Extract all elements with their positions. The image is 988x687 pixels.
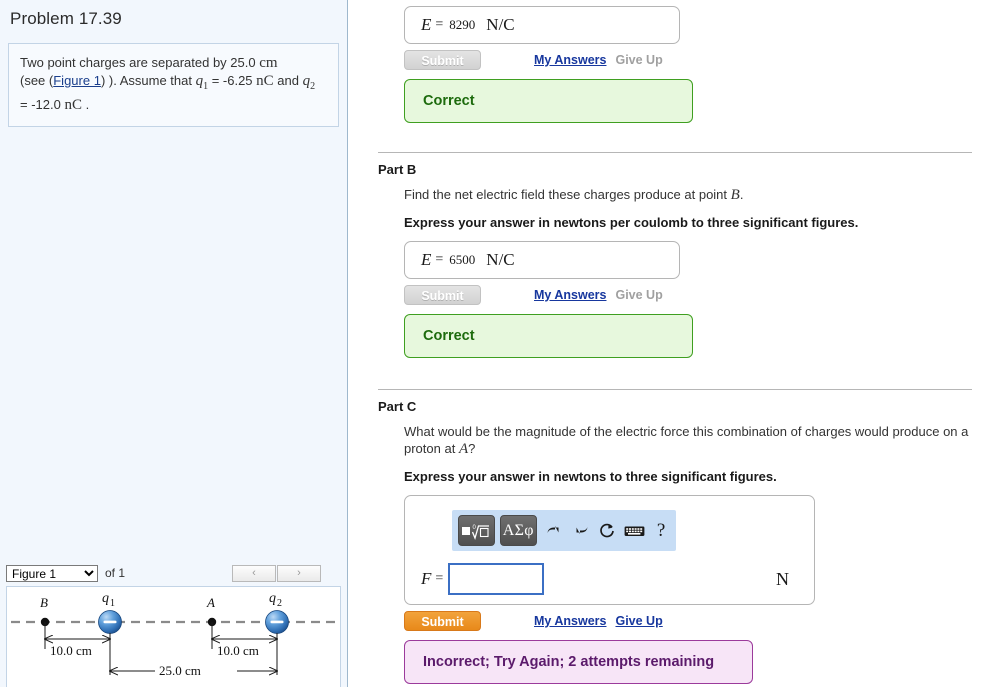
part-a-block: E = 8290 N/C Submit My Answers Give Up C…: [349, 0, 988, 123]
part-c-unit: N: [776, 568, 789, 589]
part-c-question-var: A: [458, 441, 469, 457]
statement-part-4: = -6.25: [208, 73, 257, 88]
part-a-action-row: Submit My Answers Give Up: [404, 50, 988, 70]
part-b-question-text-b: .: [739, 187, 744, 202]
answer-panel: E = 8290 N/C Submit My Answers Give Up C…: [349, 0, 988, 687]
undo-icon[interactable]: [542, 515, 566, 546]
greek-symbols-button[interactable]: ΑΣφ: [499, 515, 537, 546]
part-b-block: Part B Find the net electric field these…: [349, 152, 988, 358]
part-a-value: 8290: [449, 17, 476, 32]
dim-right-label: 10.0 cm: [217, 643, 259, 658]
dim-total-label: 25.0 cm: [159, 663, 201, 678]
part-c-submit-button[interactable]: Submit: [404, 611, 481, 631]
dim-left-label: 10.0 cm: [50, 643, 92, 658]
math-toolbar: 0 ΑΣφ ?: [452, 510, 676, 551]
part-b-question-text-a: Find the net electric field these charge…: [404, 187, 731, 202]
reset-icon[interactable]: [595, 515, 619, 546]
part-b-equals: =: [435, 252, 444, 267]
unit-cm: cm: [259, 55, 278, 71]
figure-navigation-bar: Figure 1 of 1 ‹ ›: [0, 562, 347, 584]
part-a-feedback-text: Correct: [423, 93, 475, 109]
part-c-input-row: F = N: [405, 556, 814, 602]
statement-part-6: = -12.0: [20, 97, 65, 112]
part-a-lhs: E: [421, 15, 432, 34]
part-b-question: Find the net electric field these charge…: [404, 186, 976, 204]
part-c-feedback-text: Incorrect; Try Again; 2 attempts remaini…: [423, 654, 715, 670]
charge-q2-label: q: [269, 591, 276, 606]
part-b-feedback-text: Correct: [423, 328, 475, 344]
charge-q2-symbol: q2: [302, 73, 316, 92]
charges-diagram: B q 1 A q 2 10.0 cm 10.0 cm 25.0 cm: [11, 591, 336, 679]
part-c-lhs: F: [421, 569, 432, 588]
part-b-instruction: Express your answer in newtons per coulo…: [404, 215, 859, 230]
part-c-label: Part C: [378, 399, 417, 414]
template-radical-button[interactable]: 0: [458, 515, 495, 546]
figure-count-label: of 1: [105, 566, 126, 580]
charge-q1-label: q: [102, 591, 109, 606]
unit-nc-2: nC: [64, 97, 82, 113]
charge-q2-minus-sign: [270, 620, 284, 624]
statement-part-7: .: [81, 97, 90, 112]
figure-select[interactable]: Figure 1: [6, 564, 98, 582]
figure-1-link[interactable]: Figure 1: [53, 73, 101, 88]
part-c-question-text-b: ?: [468, 441, 476, 456]
part-b-unit: N/C: [486, 250, 515, 269]
problem-statement-text: Two point charges are separated by 25.0 …: [20, 54, 327, 114]
part-c-answer-input[interactable]: [448, 563, 545, 595]
part-c-block: Part C What would be the magnitude of th…: [349, 389, 988, 684]
part-b-label: Part B: [378, 162, 417, 177]
part-a-feedback-banner: Correct: [404, 79, 693, 123]
part-b-give-up-link: Give Up: [615, 288, 663, 302]
part-b-action-row: Submit My Answers Give Up: [404, 285, 988, 305]
charge-q1-subscript: 1: [110, 598, 115, 609]
part-c-my-answers-link[interactable]: My Answers: [534, 614, 606, 628]
statement-part-3: ) ). Assume that: [100, 73, 196, 88]
statement-part-5: and: [273, 73, 303, 88]
part-b-lhs: E: [421, 250, 432, 269]
part-c-equals: =: [435, 571, 444, 586]
figure-next-button[interactable]: ›: [277, 565, 321, 582]
figure-prev-button[interactable]: ‹: [232, 565, 276, 582]
part-b-question-var: B: [730, 187, 740, 203]
part-b-my-answers-link[interactable]: My Answers: [534, 288, 606, 302]
problem-sidebar: Problem 17.39 Two point charges are sepa…: [0, 0, 348, 687]
part-b-divider: [378, 152, 972, 153]
statement-part-1: Two point charges are separated by 25.0: [20, 55, 260, 70]
part-b-submit-button[interactable]: Submit: [404, 285, 481, 305]
part-c-math-entry-box: 0 ΑΣφ ? F = N: [404, 495, 815, 605]
part-a-submit-button[interactable]: Submit: [404, 50, 481, 70]
part-a-give-up-link: Give Up: [615, 53, 663, 67]
part-a-equals: =: [435, 17, 444, 32]
greek-symbols-label: ΑΣφ: [502, 521, 534, 539]
help-icon[interactable]: ?: [649, 515, 673, 546]
point-a-label: A: [206, 595, 215, 610]
charge-q1-minus-sign: [103, 620, 117, 624]
part-a-answer-box[interactable]: E = 8290 N/C: [404, 6, 680, 44]
page-title: Problem 17.39: [10, 9, 122, 28]
figure-canvas: B q 1 A q 2 10.0 cm 10.0 cm 25.0 cm: [6, 586, 341, 687]
charge-q2-subscript: 2: [277, 598, 282, 609]
part-c-question: What would be the magnitude of the elect…: [404, 423, 976, 458]
part-b-value: 6500: [449, 252, 476, 267]
part-a-my-answers-link[interactable]: My Answers: [534, 53, 606, 67]
problem-statement-box: Two point charges are separated by 25.0 …: [8, 43, 339, 127]
part-b-feedback-banner: Correct: [404, 314, 693, 358]
radical-icon: 0: [462, 525, 490, 540]
part-c-feedback-banner: Incorrect; Try Again; 2 attempts remaini…: [404, 640, 753, 684]
charge-q1-symbol: q1: [195, 73, 209, 92]
unit-nc-1: nC: [256, 73, 274, 89]
part-c-give-up-link[interactable]: Give Up: [615, 614, 662, 628]
statement-part-2: (see (: [20, 73, 54, 88]
part-c-action-row: Submit My Answers Give Up: [404, 611, 988, 631]
part-c-question-text-a: What would be the magnitude of the elect…: [404, 424, 969, 456]
part-a-unit: N/C: [486, 15, 515, 34]
point-b-label: B: [40, 595, 48, 610]
part-c-divider: [378, 389, 972, 390]
svg-text:0: 0: [473, 525, 477, 531]
part-b-answer-box[interactable]: E = 6500 N/C: [404, 241, 680, 279]
keyboard-icon[interactable]: [622, 515, 646, 546]
part-c-instruction: Express your answer in newtons to three …: [404, 469, 777, 484]
redo-icon[interactable]: [569, 515, 593, 546]
